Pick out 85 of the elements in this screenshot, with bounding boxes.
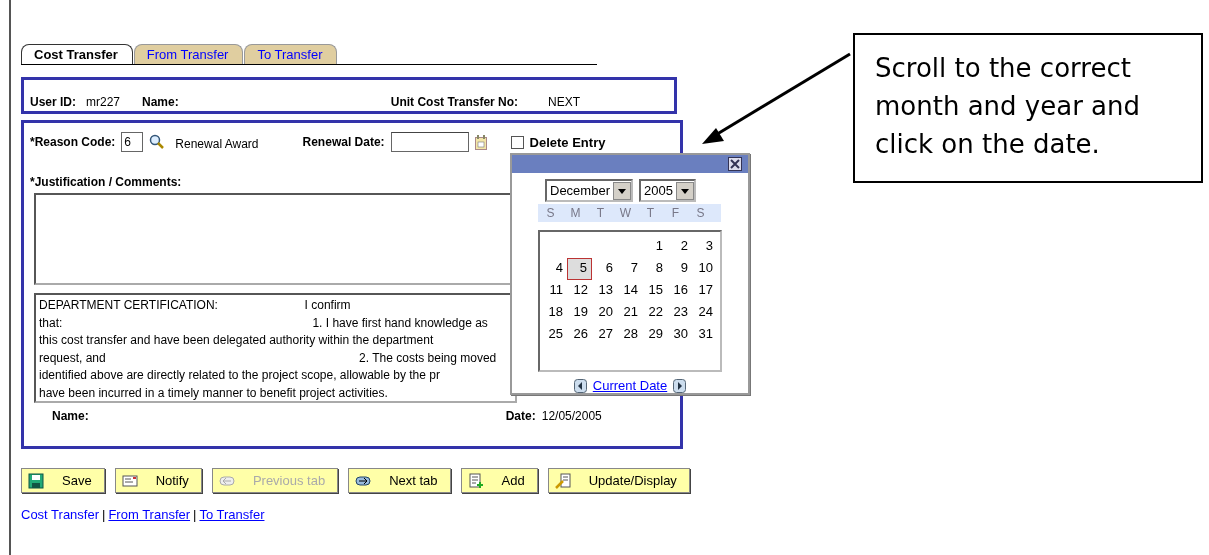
field-value: mr227 <box>86 95 121 109</box>
toolbar-button[interactable]: Next tab <box>348 468 451 493</box>
calendar-day[interactable]: 6 <box>592 258 617 280</box>
page-link[interactable]: From Transfer <box>108 507 191 522</box>
text-line: request, and 2. The costs being moved <box>39 349 497 367</box>
toolbar-button[interactable]: Notify <box>114 468 202 493</box>
calendar-day[interactable]: 21 <box>617 302 642 324</box>
calendar-day[interactable]: 31 <box>692 324 717 346</box>
text-line: have been incurred in a timely manner to benefit project activities. <box>39 384 388 401</box>
field-value: 12/05/2005 <box>541 409 602 423</box>
dropdown[interactable]: December <box>545 179 633 202</box>
input-field[interactable]: 6 <box>121 132 144 152</box>
calendar-day[interactable]: 11 <box>542 280 567 302</box>
field-label: Unit Cost Transfer No: <box>390 95 519 109</box>
field-label: Name: <box>142 95 179 109</box>
weekday-label: F <box>670 206 681 220</box>
calendar-day[interactable]: 12 <box>567 280 592 302</box>
calendar-day[interactable]: 15 <box>642 280 667 302</box>
tab[interactable]: Cost Transfer <box>21 44 133 64</box>
field-label: Renewal Date: <box>302 135 385 149</box>
add-document-icon <box>467 472 484 489</box>
field-label: *Reason Code: <box>30 135 116 149</box>
page-link[interactable]: To Transfer <box>199 507 265 522</box>
calendar-day[interactable]: 8 <box>642 258 667 280</box>
calendar-day[interactable]: 28 <box>617 324 642 346</box>
close-icon[interactable] <box>728 157 742 171</box>
weekday-label: M <box>569 206 582 220</box>
text-line: DEPARTMENT CERTIFICATION: I confirm <box>39 297 351 314</box>
calendar-icon[interactable] <box>474 134 487 150</box>
weekday-label: T <box>595 206 606 220</box>
link-separator: | <box>102 507 106 522</box>
weekday-label: T <box>645 206 656 220</box>
field-value: NEXT <box>548 95 581 109</box>
calendar-day[interactable]: 27 <box>592 324 617 346</box>
field-label: Delete Entry <box>529 134 606 150</box>
current-date-link[interactable]: Current Date <box>592 378 668 393</box>
calendar-day[interactable]: 24 <box>692 302 717 324</box>
callout-box: Scroll to the correct month and year and click on the date. <box>853 33 1203 183</box>
text-line: that: 1. I have first hand knowledge as <box>39 314 488 332</box>
calendar-day[interactable]: 7 <box>617 258 642 280</box>
weekday-label: W <box>618 206 633 220</box>
calendar-day[interactable]: 1 <box>642 236 667 258</box>
previous-month-icon[interactable] <box>573 378 587 393</box>
text-line: this cost transfer and have been delegated authority within the department <box>39 332 434 349</box>
calendar-day[interactable]: 13 <box>592 280 617 302</box>
tab[interactable]: To Transfer <box>244 44 338 64</box>
calendar-day[interactable]: 26 <box>567 324 592 346</box>
toolbar-button[interactable]: Add <box>460 468 538 493</box>
calendar-day[interactable]: 4 <box>542 258 567 280</box>
note-icon <box>121 472 138 489</box>
toolbar-button[interactable]: Update/Display <box>547 468 690 493</box>
calendar-day[interactable]: 10 <box>692 258 717 280</box>
calendar-day[interactable]: 2 <box>667 236 692 258</box>
weekday-label: S <box>545 206 556 220</box>
tab[interactable]: From Transfer <box>133 44 244 64</box>
input-field[interactable] <box>390 132 469 152</box>
calendar-day[interactable]: 22 <box>642 302 667 324</box>
field-value: Renewal Award <box>175 137 259 151</box>
next-month-icon[interactable] <box>673 378 687 393</box>
weekday-label: S <box>695 206 706 220</box>
calendar-day[interactable]: 14 <box>617 280 642 302</box>
checkbox[interactable] <box>510 135 524 149</box>
link-separator: | <box>193 507 197 522</box>
calendar-day[interactable]: 25 <box>542 324 567 346</box>
field-label: User ID: <box>30 95 76 109</box>
page-link[interactable]: Cost Transfer <box>21 507 100 522</box>
pencil-document-icon <box>554 472 571 489</box>
calendar-day[interactable]: 23 <box>667 302 692 324</box>
field-label: Date: <box>505 409 536 423</box>
field-label: Name: <box>52 409 89 423</box>
calendar-day[interactable]: 19 <box>567 302 592 324</box>
text-line: identified above are directly related to the project scope, allowable by the pr <box>39 367 440 384</box>
search-icon[interactable] <box>149 134 166 150</box>
field-label: *Justification / Comments: <box>30 175 183 189</box>
calendar-day[interactable]: 9 <box>667 258 692 280</box>
calendar-day[interactable]: 30 <box>667 324 692 346</box>
calendar-day[interactable]: 16 <box>667 280 692 302</box>
dropdown[interactable]: 2005 <box>638 179 696 202</box>
toolbar-button[interactable]: Save <box>21 468 105 493</box>
calendar-day[interactable]: 18 <box>542 302 567 324</box>
calendar-day[interactable]: 17 <box>692 280 717 302</box>
calendar-day[interactable]: 3 <box>692 236 717 258</box>
calendar-day[interactable]: 29 <box>642 324 667 346</box>
calendar-day[interactable]: 20 <box>592 302 617 324</box>
calendar-day[interactable]: 5 <box>567 258 592 280</box>
